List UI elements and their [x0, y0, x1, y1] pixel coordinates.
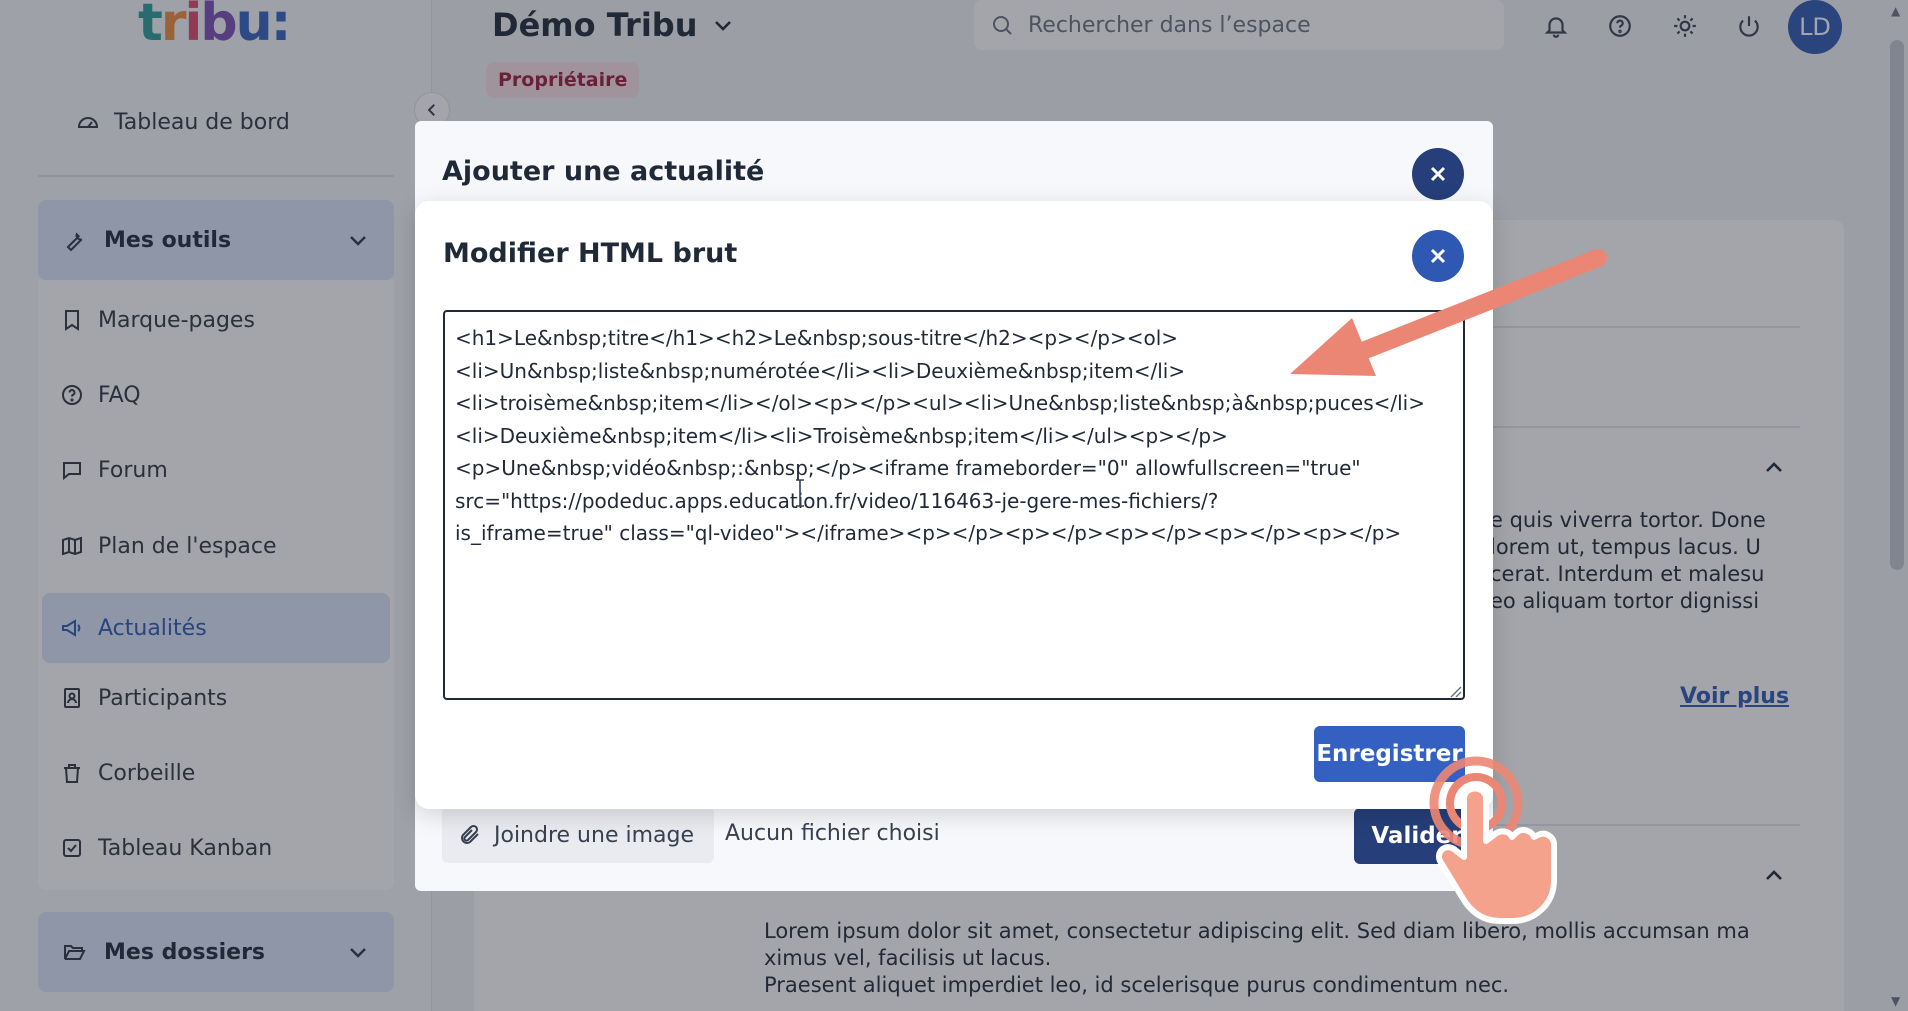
no-file-chosen-text: Aucun fichier choisi [725, 821, 940, 846]
add-news-title: Ajouter une actualité [442, 156, 765, 187]
click-hand-icon [1429, 756, 1557, 924]
attach-image-label: Joindre une image [494, 822, 694, 848]
paperclip-icon [461, 824, 479, 844]
close-icon [1430, 166, 1446, 182]
text-cursor-icon [796, 479, 804, 507]
resize-handle-icon[interactable] [1448, 684, 1462, 698]
add-news-close-button[interactable] [1412, 148, 1464, 200]
attach-image-button[interactable]: Joindre une image [442, 807, 714, 863]
edit-raw-html-title: Modifier HTML brut [443, 238, 738, 269]
annotation-arrow-icon [1290, 249, 1607, 376]
